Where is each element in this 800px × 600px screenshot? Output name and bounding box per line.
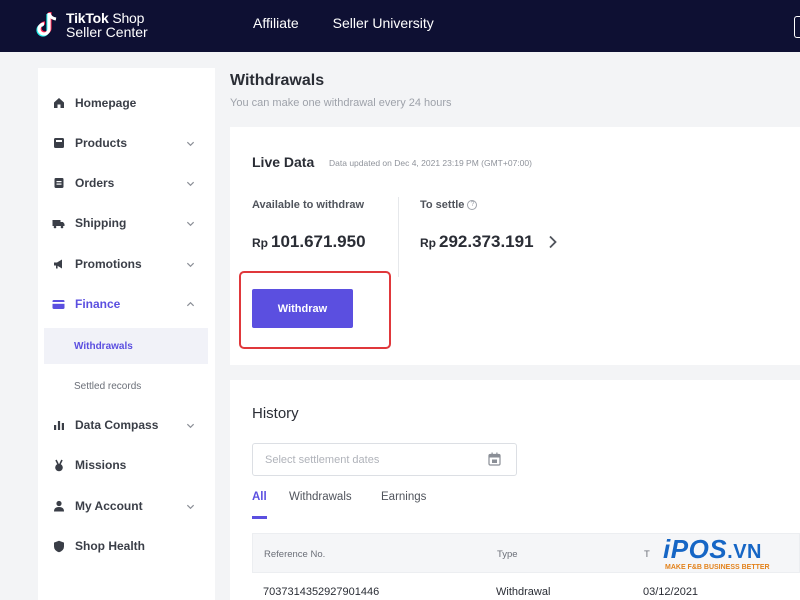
chevron-down-icon [186, 262, 195, 267]
live-data-title: Live Data [252, 154, 315, 170]
sidebar-item-data-compass[interactable]: Data Compass [38, 410, 215, 440]
row-date: 03/12/2021 [643, 586, 699, 598]
calendar-icon[interactable] [488, 452, 501, 466]
to-settle-label: To settle? [420, 199, 478, 211]
column-header-type: Type [497, 549, 518, 560]
sidebar-item-shop-health[interactable]: Shop Health [38, 531, 215, 561]
nav-affiliate[interactable]: Affiliate [253, 15, 299, 31]
sidebar-item-label: Products [75, 136, 128, 150]
medal-icon [52, 459, 65, 472]
top-nav: Affiliate Seller University [253, 15, 434, 31]
user-icon [52, 500, 65, 513]
sidebar: Homepage Products Orders Shipping Promot… [38, 68, 215, 600]
sidebar-item-finance[interactable]: Finance [38, 289, 215, 319]
sidebar-subitem-withdrawals[interactable]: Withdrawals [44, 328, 208, 364]
to-settle-value: Rp 292.373.191 [420, 232, 534, 252]
shield-icon [52, 540, 65, 553]
sidebar-item-orders[interactable]: Orders [38, 168, 215, 198]
reference-number: 7037314352927901446 [263, 586, 380, 598]
amount: 101.671.950 [271, 232, 366, 251]
available-to-withdraw-label: Available to withdraw [252, 199, 365, 211]
sidebar-subitem-label: Withdrawals [74, 340, 133, 352]
ipos-brand-suffix: .VN [727, 541, 762, 563]
chevron-down-icon [186, 221, 195, 226]
withdraw-button[interactable]: Withdraw [252, 289, 353, 328]
live-data-card: Live Data Data updated on Dec 4, 2021 23… [230, 127, 800, 365]
currency-label: Rp [252, 236, 268, 250]
bar-chart-icon [52, 419, 65, 432]
active-tab-indicator [252, 516, 267, 519]
chevron-right-icon[interactable] [548, 235, 558, 249]
ipos-logo: iPOS.VN [663, 534, 762, 565]
available-to-withdraw-value: Rp 101.671.950 [252, 232, 366, 252]
chevron-up-icon [186, 301, 195, 306]
nav-seller-university[interactable]: Seller University [333, 15, 434, 31]
sidebar-item-missions[interactable]: Missions [38, 450, 215, 480]
products-icon [52, 137, 65, 150]
sidebar-subitem-settled-records[interactable]: Settled records [44, 368, 208, 404]
sidebar-item-label: Finance [75, 297, 121, 311]
tiktok-shop-logo[interactable]: TikTok Shop Seller Center [36, 10, 148, 40]
tiktok-note-icon [36, 12, 57, 37]
sidebar-subitem-label: Settled records [74, 380, 142, 392]
megaphone-icon [52, 258, 65, 271]
sidebar-item-label: Orders [75, 176, 115, 190]
chevron-down-icon [186, 423, 195, 428]
sidebar-item-products[interactable]: Products [38, 128, 215, 158]
amount: 292.373.191 [439, 232, 534, 251]
page-subtitle: You can make one withdrawal every 24 hou… [230, 97, 452, 109]
settlement-date-input[interactable] [252, 443, 517, 476]
top-bar: TikTok Shop Seller Center Affiliate Sell… [0, 0, 800, 52]
sidebar-item-label: Missions [75, 458, 127, 472]
ipos-brand: iPOS [663, 534, 728, 564]
row-type: Withdrawal [496, 586, 551, 598]
stat-divider [398, 197, 399, 277]
logo-subtitle: Seller Center [66, 24, 148, 40]
sidebar-item-label: Shipping [75, 216, 127, 230]
currency-label: Rp [420, 236, 436, 250]
tab-withdrawals[interactable]: Withdrawals [289, 491, 352, 503]
ipos-watermark: iPOS.VN MAKE F&B BUSINESS BETTER [655, 530, 800, 578]
help-icon[interactable]: ? [467, 200, 478, 211]
chevron-down-icon [186, 181, 195, 186]
to-settle-text: To settle [420, 199, 465, 211]
sidebar-item-promotions[interactable]: Promotions [38, 249, 215, 279]
column-header-time: T [644, 549, 650, 560]
orders-icon [52, 177, 65, 190]
sidebar-item-homepage[interactable]: Homepage [38, 88, 215, 118]
data-updated-text: Data updated on Dec 4, 2021 23:19 PM (GM… [329, 158, 532, 168]
tab-earnings[interactable]: Earnings [381, 491, 426, 503]
card-icon [52, 298, 65, 311]
sidebar-item-label: My Account [75, 499, 143, 513]
sidebar-item-my-account[interactable]: My Account [38, 491, 215, 521]
sidebar-item-label: Promotions [75, 257, 142, 271]
sidebar-item-shipping[interactable]: Shipping [38, 208, 215, 238]
page-title: Withdrawals [230, 72, 325, 89]
sidebar-item-label: Shop Health [75, 539, 146, 553]
tab-all[interactable]: All [252, 491, 267, 503]
history-title: History [252, 405, 299, 422]
sidebar-item-label: Data Compass [75, 418, 159, 432]
chevron-down-icon [186, 141, 195, 146]
ipos-tagline: MAKE F&B BUSINESS BETTER [665, 564, 770, 571]
truck-icon [52, 217, 65, 230]
home-icon [52, 97, 65, 110]
chevron-down-icon [186, 504, 195, 509]
column-header-reference: Reference No. [264, 549, 326, 560]
topbar-menu-edge[interactable] [794, 16, 800, 38]
sidebar-item-label: Homepage [75, 96, 137, 110]
